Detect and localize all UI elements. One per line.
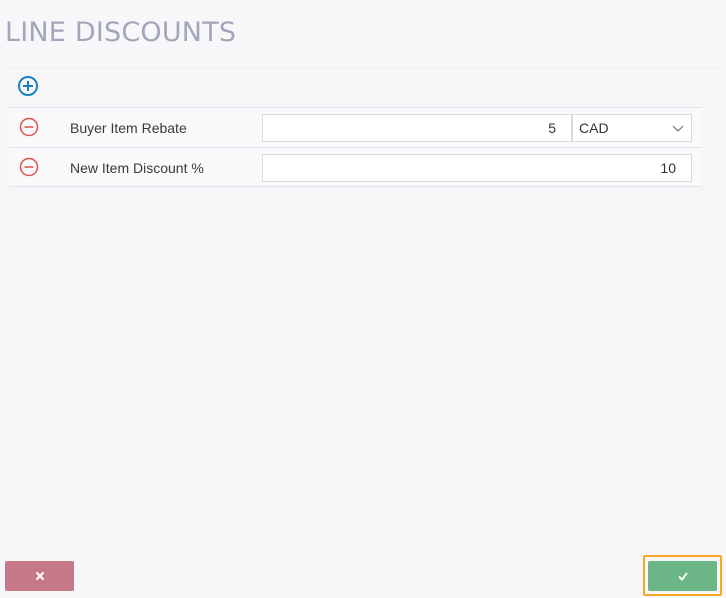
cancel-button[interactable] [5,561,74,591]
currency-select[interactable]: CAD [572,114,692,142]
discount-value-input[interactable]: 10 [262,154,692,182]
discount-value-input[interactable]: 5 [262,114,572,142]
close-icon [35,571,44,581]
discount-row: Buyer Item Rebate 5 CAD [9,107,701,147]
add-discount-button[interactable] [17,75,39,97]
page-title: LINE DISCOUNTS [5,17,237,48]
remove-discount-button[interactable] [18,116,40,138]
discount-label: New Item Discount % [70,160,204,176]
confirm-button[interactable] [648,561,717,591]
discount-label: Buyer Item Rebate [70,120,187,136]
remove-discount-button[interactable] [18,156,40,178]
chevron-down-icon [672,125,684,132]
discount-row: New Item Discount % 10 [9,147,701,187]
currency-select-value: CAD [579,120,609,136]
check-icon [677,572,688,581]
confirm-button-focus-ring [643,555,722,596]
